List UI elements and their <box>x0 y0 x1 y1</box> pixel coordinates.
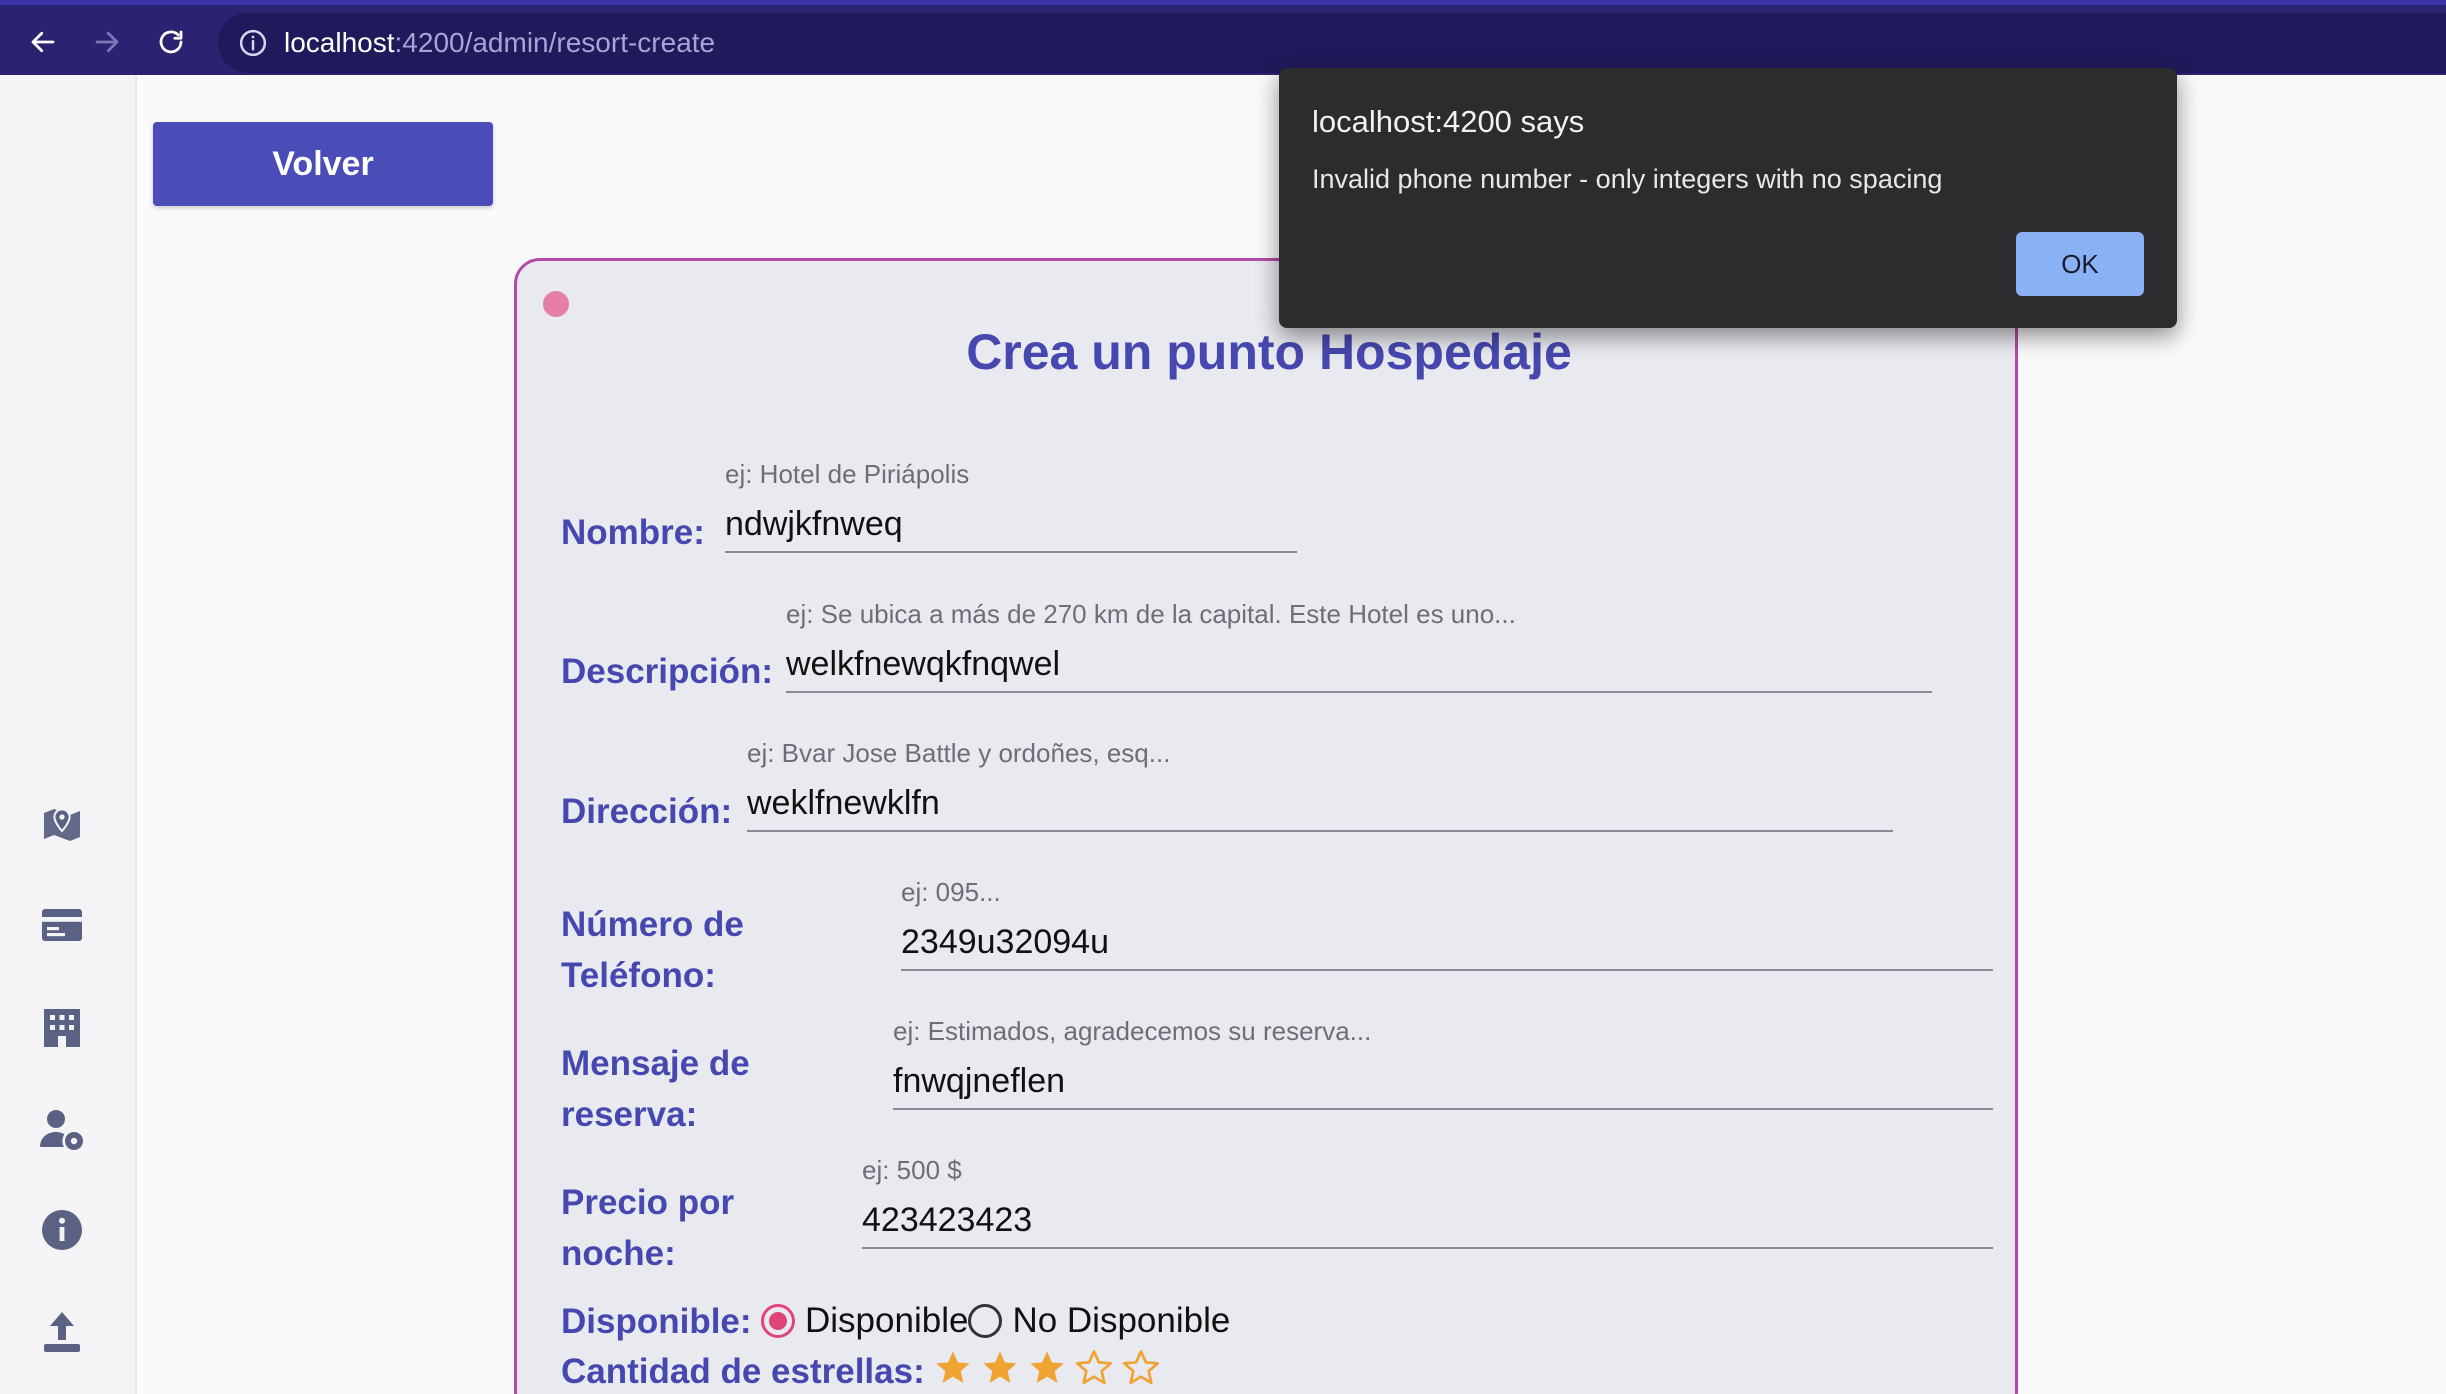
disponible-option-label[interactable]: Disponible <box>805 1301 968 1341</box>
descripcion-hint: ej: Se ubica a más de 270 km de la capit… <box>786 599 1516 629</box>
direccion-hint: ej: Bvar Jose Battle y ordoñes, esq... <box>747 738 1171 768</box>
card-icon[interactable] <box>38 901 86 949</box>
estrellas-label: Cantidad de estrellas: <box>561 1352 925 1391</box>
sidebar <box>0 75 137 1394</box>
mensaje-label-line1: Mensaje de <box>561 1044 750 1083</box>
no-disponible-option-label[interactable]: No Disponible <box>1012 1301 1230 1341</box>
precio-label-line1: Precio por <box>561 1183 735 1222</box>
nombre-input[interactable] <box>725 497 1297 553</box>
nombre-label: Nombre: <box>561 513 705 552</box>
nombre-hint: ej: Hotel de Piriápolis <box>725 459 970 489</box>
map-icon[interactable] <box>38 799 86 847</box>
disponible-radio-group: Disponible No Disponible <box>761 1301 1230 1341</box>
building-icon[interactable] <box>38 1003 86 1051</box>
star-empty-icon[interactable] <box>1074 1348 1120 1394</box>
no-disponible-radio[interactable] <box>968 1304 1003 1338</box>
url-host: localhost <box>284 27 395 58</box>
star-empty-icon[interactable] <box>1121 1348 1167 1394</box>
telefono-hint: ej: 095... <box>901 877 1001 907</box>
upload-icon[interactable] <box>38 1308 86 1356</box>
mensaje-hint: ej: Estimados, agradecemos su reserva... <box>893 1016 1372 1046</box>
disponible-radio[interactable] <box>761 1304 795 1338</box>
descripcion-input[interactable] <box>786 637 1932 693</box>
precio-hint: ej: 500 $ <box>862 1155 962 1185</box>
precio-label: Precio por noche: <box>561 1177 734 1279</box>
site-info-icon[interactable] <box>238 28 268 58</box>
alert-ok-button[interactable]: OK <box>2016 232 2144 296</box>
telefono-label-line2: Teléfono: <box>561 956 716 995</box>
resort-create-form: Crea un punto Hospedaje Nombre: ej: Hote… <box>514 258 2018 1394</box>
descripcion-label: Descripción: <box>561 652 773 691</box>
star-rating <box>933 1348 1168 1394</box>
url-text[interactable]: localhost:4200/admin/resort-create <box>284 25 715 61</box>
mensaje-label-line2: reserva: <box>561 1095 698 1134</box>
alert-dialog: localhost:4200 says Invalid phone number… <box>1279 68 2177 328</box>
user-settings-icon[interactable] <box>38 1105 86 1153</box>
disponible-label: Disponible: <box>561 1302 752 1341</box>
forward-arrow-icon[interactable] <box>84 19 130 65</box>
star-filled-icon[interactable] <box>1027 1348 1073 1394</box>
address-bar[interactable]: localhost:4200/admin/resort-create <box>218 13 2446 73</box>
telefono-input[interactable] <box>901 915 1993 971</box>
back-arrow-icon[interactable] <box>20 19 66 65</box>
star-filled-icon[interactable] <box>980 1348 1026 1394</box>
volver-button[interactable]: Volver <box>153 122 493 206</box>
star-filled-icon[interactable] <box>933 1348 979 1394</box>
reload-icon[interactable] <box>148 19 194 65</box>
form-title: Crea un punto Hospedaje <box>966 324 1572 380</box>
alert-title: localhost:4200 says <box>1312 104 1585 139</box>
mensaje-input[interactable] <box>893 1054 1993 1110</box>
precio-label-line2: noche: <box>561 1234 676 1273</box>
browser-toolbar: localhost:4200/admin/resort-create <box>0 0 2446 75</box>
info-icon[interactable] <box>38 1206 86 1254</box>
direccion-label: Dirección: <box>561 792 733 831</box>
mensaje-label: Mensaje de reserva: <box>561 1038 750 1140</box>
alert-message: Invalid phone number - only integers wit… <box>1312 164 1943 194</box>
precio-input[interactable] <box>862 1193 1993 1249</box>
url-path: :4200/admin/resort-create <box>394 27 716 58</box>
status-dot <box>543 291 569 317</box>
telefono-label-line1: Número de <box>561 905 744 944</box>
telefono-label: Número de Teléfono: <box>561 899 744 1001</box>
direccion-input[interactable] <box>747 776 1893 832</box>
